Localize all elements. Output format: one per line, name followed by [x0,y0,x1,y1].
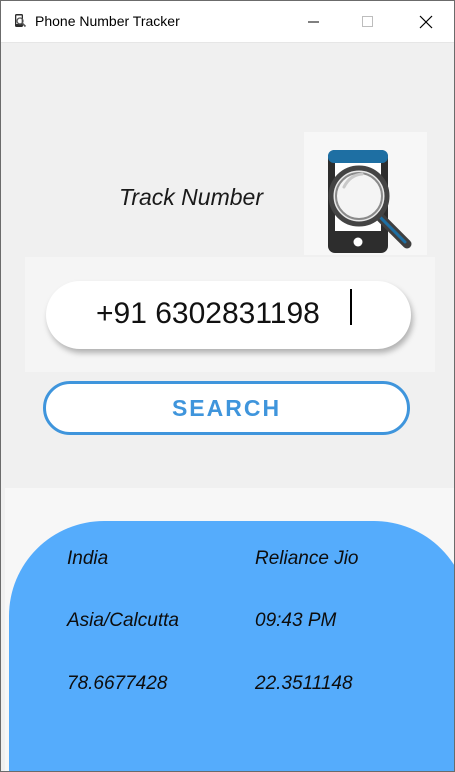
close-button[interactable] [398,1,454,42]
minimize-icon [308,21,319,22]
close-icon [419,15,433,28]
app-window: Phone Number Tracker Track Number SEARCH [0,0,455,772]
country-value: India [67,548,109,569]
logo-image [304,132,427,255]
minimize-button[interactable] [286,1,342,42]
phone-search-icon [12,13,28,29]
phone-field-container[interactable] [46,281,411,349]
track-number-label: Track Number [119,184,263,210]
search-button[interactable]: SEARCH [43,381,410,435]
window-title: Phone Number Tracker [35,13,180,29]
local-time-value: 09:43 PM [255,610,337,631]
title-bar[interactable]: Phone Number Tracker [1,1,454,43]
longitude-value: 78.6677428 [67,673,168,694]
latitude-value: 22.3511148 [255,673,353,694]
timezone-value: Asia/Calcutta [67,610,179,631]
carrier-value: Reliance Jio [255,548,359,569]
phone-magnifier-icon [328,150,412,253]
maximize-button[interactable] [340,1,396,42]
text-caret [350,289,352,325]
maximize-icon [362,15,373,27]
